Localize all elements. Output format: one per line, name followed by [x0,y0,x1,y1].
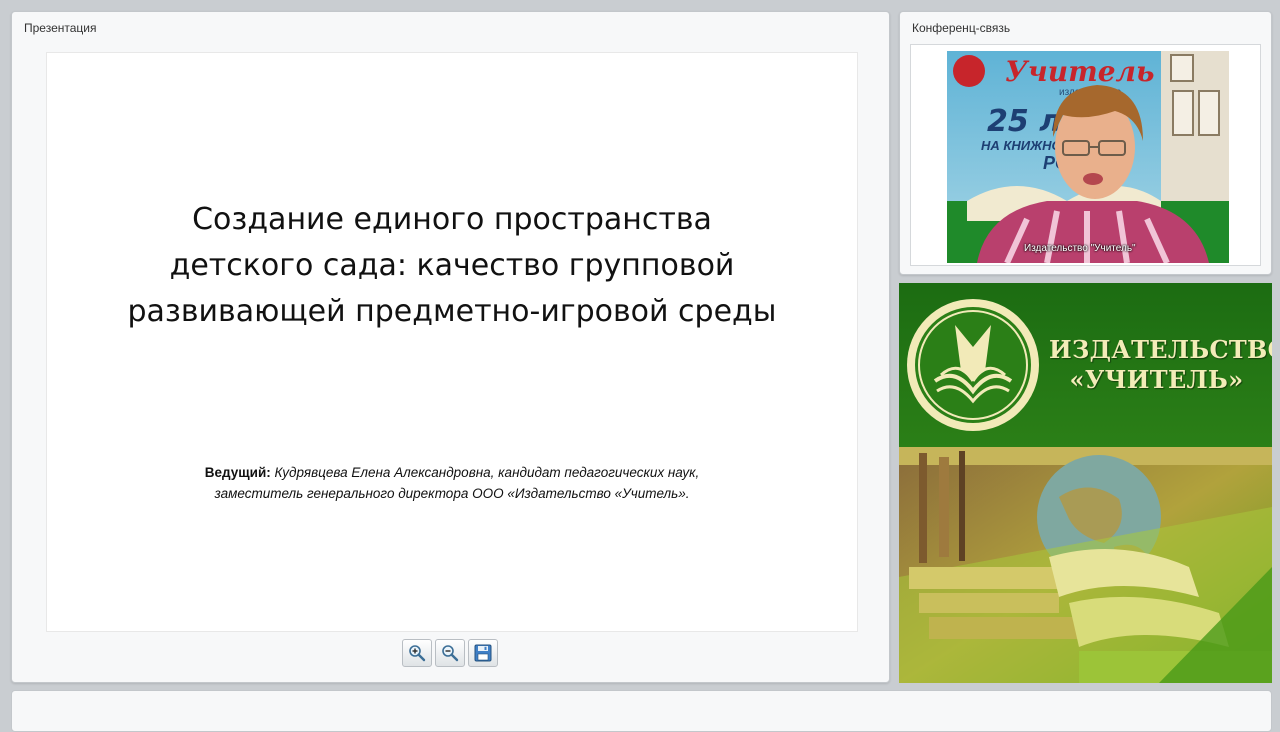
floppy-disk-icon [474,644,492,662]
books-globe-image [899,447,1272,683]
presenter-name: Кудрявцева Елена Александровна, кандидат… [270,465,700,480]
conference-panel-title: Конференц-связь [912,21,1011,35]
presentation-toolbar [402,638,502,668]
presentation-panel-title: Презентация [24,21,97,35]
webcam-image: Учитель издательство 25 л НА КНИЖНО РО [947,51,1229,263]
bottom-panel [11,690,1272,732]
slide-title-line: детского сада: качество групповой [169,248,735,283]
zoom-out-button[interactable] [435,639,465,667]
webcam-video[interactable]: Учитель издательство 25 л НА КНИЖНО РО И… [947,51,1229,263]
presenter-label: Ведущий: [204,465,271,480]
zoom-in-icon [409,645,426,662]
backdrop-caption-text: НА КНИЖНО [981,138,1062,153]
zoom-out-icon [442,645,459,662]
publisher-logo-icon [907,299,1039,431]
presentation-slide: Создание единого пространства детского с… [46,52,858,632]
publisher-name-line2: «УЧИТЕЛЬ» [1069,365,1244,394]
presenter-position: заместитель генерального директора ООО «… [214,486,690,501]
slide-title-line: Создание единого пространства [192,202,712,237]
presentation-panel: Презентация Создание единого пространств… [11,11,890,683]
backdrop-brand-text: Учитель [1005,55,1155,88]
banner-photo [899,447,1272,683]
publisher-banner: ИЗДАТЕЛЬСТВО «УЧИТЕЛЬ» [899,283,1272,683]
slide-presenter-info: Ведущий: Кудрявцева Елена Александровна,… [47,462,857,504]
video-participant-label: Издательство "Учитель" [1024,243,1136,254]
publisher-name-line1: ИЗДАТЕЛЬСТВО [1049,335,1272,364]
publisher-name: ИЗДАТЕЛЬСТВО «УЧИТЕЛЬ» [1049,335,1272,395]
backdrop-anniversary-text: 25 л [987,104,1061,139]
banner-header: ИЗДАТЕЛЬСТВО «УЧИТЕЛЬ» [899,283,1272,447]
video-frame: Учитель издательство 25 л НА КНИЖНО РО И… [910,44,1261,266]
save-button[interactable] [468,639,498,667]
slide-title-line: развивающей предметно-игровой среды [127,294,777,329]
zoom-in-button[interactable] [402,639,432,667]
conference-panel: Конференц-связь Учитель издател [899,11,1272,275]
slide-title: Создание единого пространства детского с… [47,197,857,335]
